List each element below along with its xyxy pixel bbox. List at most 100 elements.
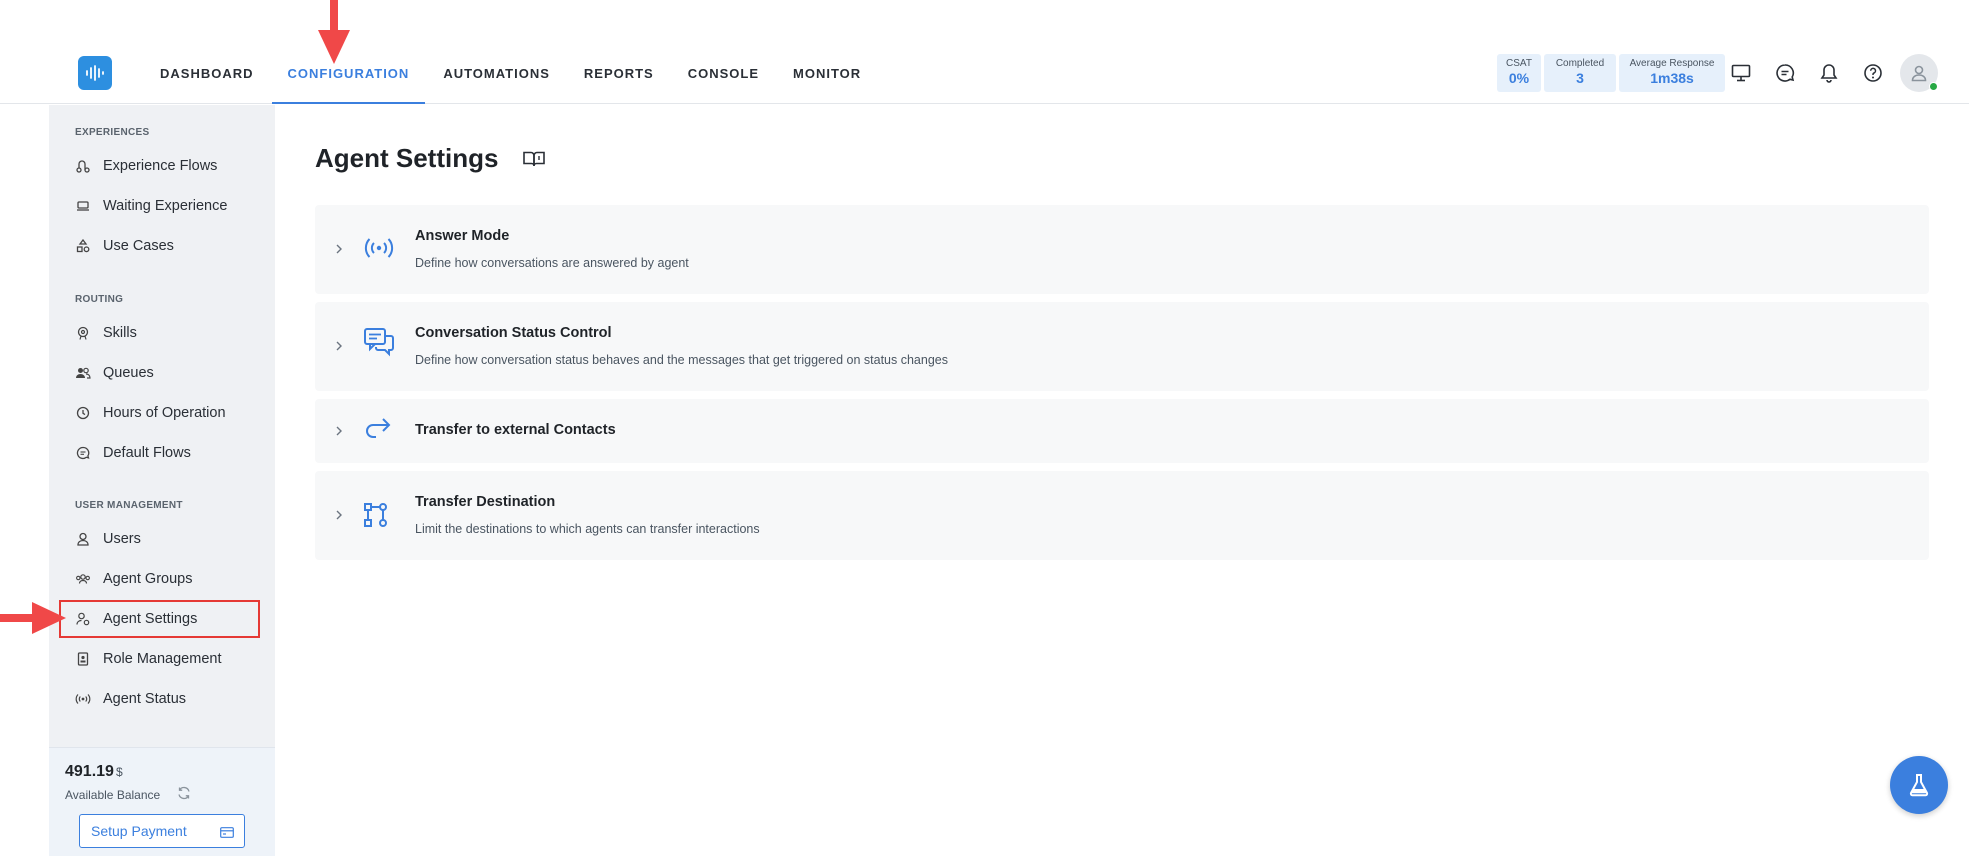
- setup-payment-button[interactable]: Setup Payment: [79, 814, 245, 848]
- balance-panel: 491.19 $ Available Balance Setup Payment: [49, 747, 275, 856]
- setup-payment-label: Setup Payment: [91, 823, 187, 839]
- user-gear-icon: [75, 611, 91, 627]
- nav-dashboard[interactable]: DASHBOARD: [160, 56, 254, 104]
- sidebar-item-queues[interactable]: Queues: [61, 356, 257, 390]
- panel-transfer-destination[interactable]: Transfer Destination Limit the destinati…: [315, 471, 1929, 560]
- sidebar-item-label: Default Flows: [103, 445, 191, 461]
- panel-title: Transfer Destination: [415, 494, 556, 510]
- couch-icon: [75, 198, 91, 214]
- top-icons: [1728, 60, 1886, 86]
- group-icon: [75, 571, 91, 587]
- sidebar-item-waiting-experience[interactable]: Waiting Experience: [61, 189, 257, 223]
- forward-arrow-icon: [365, 418, 391, 438]
- csat-label: CSAT: [1506, 58, 1532, 69]
- sidebar-item-hours-of-operation[interactable]: Hours of Operation: [61, 396, 257, 430]
- average-response-label: Average Response: [1629, 58, 1715, 69]
- panel-title: Conversation Status Control: [415, 325, 612, 341]
- chevron-right-icon[interactable]: [334, 243, 344, 255]
- balance-label: Available Balance: [65, 788, 161, 802]
- sidebar-item-label: Queues: [103, 365, 154, 381]
- top-bar: DASHBOARD CONFIGURATION AUTOMATIONS REPO…: [0, 0, 1969, 104]
- nav-monitor[interactable]: MONITOR: [793, 56, 861, 104]
- completed-label: Completed: [1555, 58, 1605, 69]
- panel-description: Limit the destinations to which agents c…: [415, 522, 760, 536]
- section-title-routing: ROUTING: [75, 294, 124, 305]
- sidebar-item-label: Role Management: [103, 651, 222, 667]
- badge-icon: [75, 325, 91, 341]
- balance-amount: 491.19: [65, 763, 114, 780]
- sidebar-item-label: Agent Settings: [103, 611, 198, 627]
- csat-value: 0%: [1508, 70, 1530, 86]
- help-icon[interactable]: [1860, 60, 1886, 86]
- sidebar-item-label: Agent Groups: [103, 571, 193, 587]
- panel-conversation-status-control[interactable]: Conversation Status Control Define how c…: [315, 302, 1929, 391]
- sidebar-item-role-management[interactable]: Role Management: [61, 642, 257, 676]
- average-response-stat[interactable]: Average Response 1m38s: [1619, 54, 1725, 92]
- id-badge-icon: [75, 651, 91, 667]
- nav-reports[interactable]: REPORTS: [584, 56, 654, 104]
- clock-icon: [75, 405, 91, 421]
- sidebar-item-label: Agent Status: [103, 691, 187, 707]
- csat-stat[interactable]: CSAT 0%: [1497, 54, 1541, 92]
- bell-icon[interactable]: [1816, 60, 1842, 86]
- people-icon: [75, 365, 91, 381]
- credit-card-icon: [220, 825, 234, 841]
- main-nav: DASHBOARD CONFIGURATION AUTOMATIONS REPO…: [160, 56, 895, 104]
- average-response-value: 1m38s: [1650, 70, 1694, 86]
- stats-bar: CSAT 0% Completed 3 Average Response 1m3…: [1497, 54, 1725, 92]
- monitor-icon[interactable]: [1728, 60, 1754, 86]
- nav-console[interactable]: CONSOLE: [688, 56, 759, 104]
- sidebar-item-experience-flows[interactable]: Experience Flows: [61, 149, 257, 183]
- panel-description: Define how conversation status behaves a…: [415, 353, 948, 367]
- online-status-dot: [1929, 82, 1938, 91]
- app-logo[interactable]: [78, 56, 112, 90]
- chevron-right-icon[interactable]: [334, 425, 344, 437]
- sidebar-item-agent-groups[interactable]: Agent Groups: [61, 562, 257, 596]
- sidebar-item-agent-settings[interactable]: Agent Settings: [59, 600, 260, 638]
- broadcast-icon: [75, 691, 91, 707]
- annotation-arrow-down-icon: [318, 0, 350, 64]
- conversation-icon: [364, 328, 394, 357]
- shapes-icon: [75, 238, 91, 254]
- chat-bubble-icon: [75, 445, 91, 461]
- chevron-right-icon[interactable]: [334, 509, 344, 521]
- broadcast-icon: [364, 238, 394, 258]
- panel-transfer-external-contacts[interactable]: Transfer to external Contacts: [315, 399, 1929, 463]
- route-icon: [364, 503, 387, 527]
- avatar[interactable]: [1900, 54, 1938, 92]
- section-title-experiences: EXPERIENCES: [75, 127, 150, 138]
- sidebar-item-use-cases[interactable]: Use Cases: [61, 229, 257, 263]
- chevron-right-icon[interactable]: [334, 340, 344, 352]
- sidebar: EXPERIENCES Experience Flows Waiting Exp…: [49, 105, 275, 856]
- panel-title: Transfer to external Contacts: [415, 422, 616, 438]
- completed-stat[interactable]: Completed 3: [1544, 54, 1616, 92]
- user-icon: [1911, 65, 1927, 82]
- section-title-user-management: USER MANAGEMENT: [75, 500, 183, 511]
- flask-icon: [1909, 774, 1929, 797]
- panel-answer-mode[interactable]: Answer Mode Define how conversations are…: [315, 205, 1929, 294]
- chat-icon[interactable]: [1772, 60, 1798, 86]
- sidebar-item-label: Waiting Experience: [103, 198, 228, 214]
- completed-value: 3: [1576, 70, 1584, 86]
- page-title: Agent Settings: [315, 143, 499, 173]
- panel-title: Answer Mode: [415, 228, 510, 244]
- labs-button[interactable]: [1890, 756, 1948, 814]
- balance-value: 491.19 $: [65, 763, 123, 781]
- nav-automations[interactable]: AUTOMATIONS: [443, 56, 550, 104]
- annotation-arrow-right-icon: [0, 602, 66, 634]
- sidebar-item-default-flows[interactable]: Default Flows: [61, 436, 257, 470]
- sidebar-item-label: Skills: [103, 325, 137, 341]
- panel-description: Define how conversations are answered by…: [415, 256, 689, 270]
- book-icon[interactable]: [522, 150, 546, 173]
- sidebar-item-skills[interactable]: Skills: [61, 316, 257, 350]
- sidebar-item-label: Users: [103, 531, 141, 547]
- sidebar-item-label: Experience Flows: [103, 158, 218, 174]
- refresh-icon[interactable]: [176, 785, 192, 806]
- sidebar-item-label: Hours of Operation: [103, 405, 226, 421]
- sidebar-item-users[interactable]: Users: [61, 522, 257, 556]
- sidebar-item-label: Use Cases: [103, 238, 174, 254]
- waveform-icon: [86, 65, 104, 81]
- balance-currency: $: [115, 765, 123, 779]
- flow-icon: [75, 158, 91, 174]
- sidebar-item-agent-status[interactable]: Agent Status: [61, 682, 257, 716]
